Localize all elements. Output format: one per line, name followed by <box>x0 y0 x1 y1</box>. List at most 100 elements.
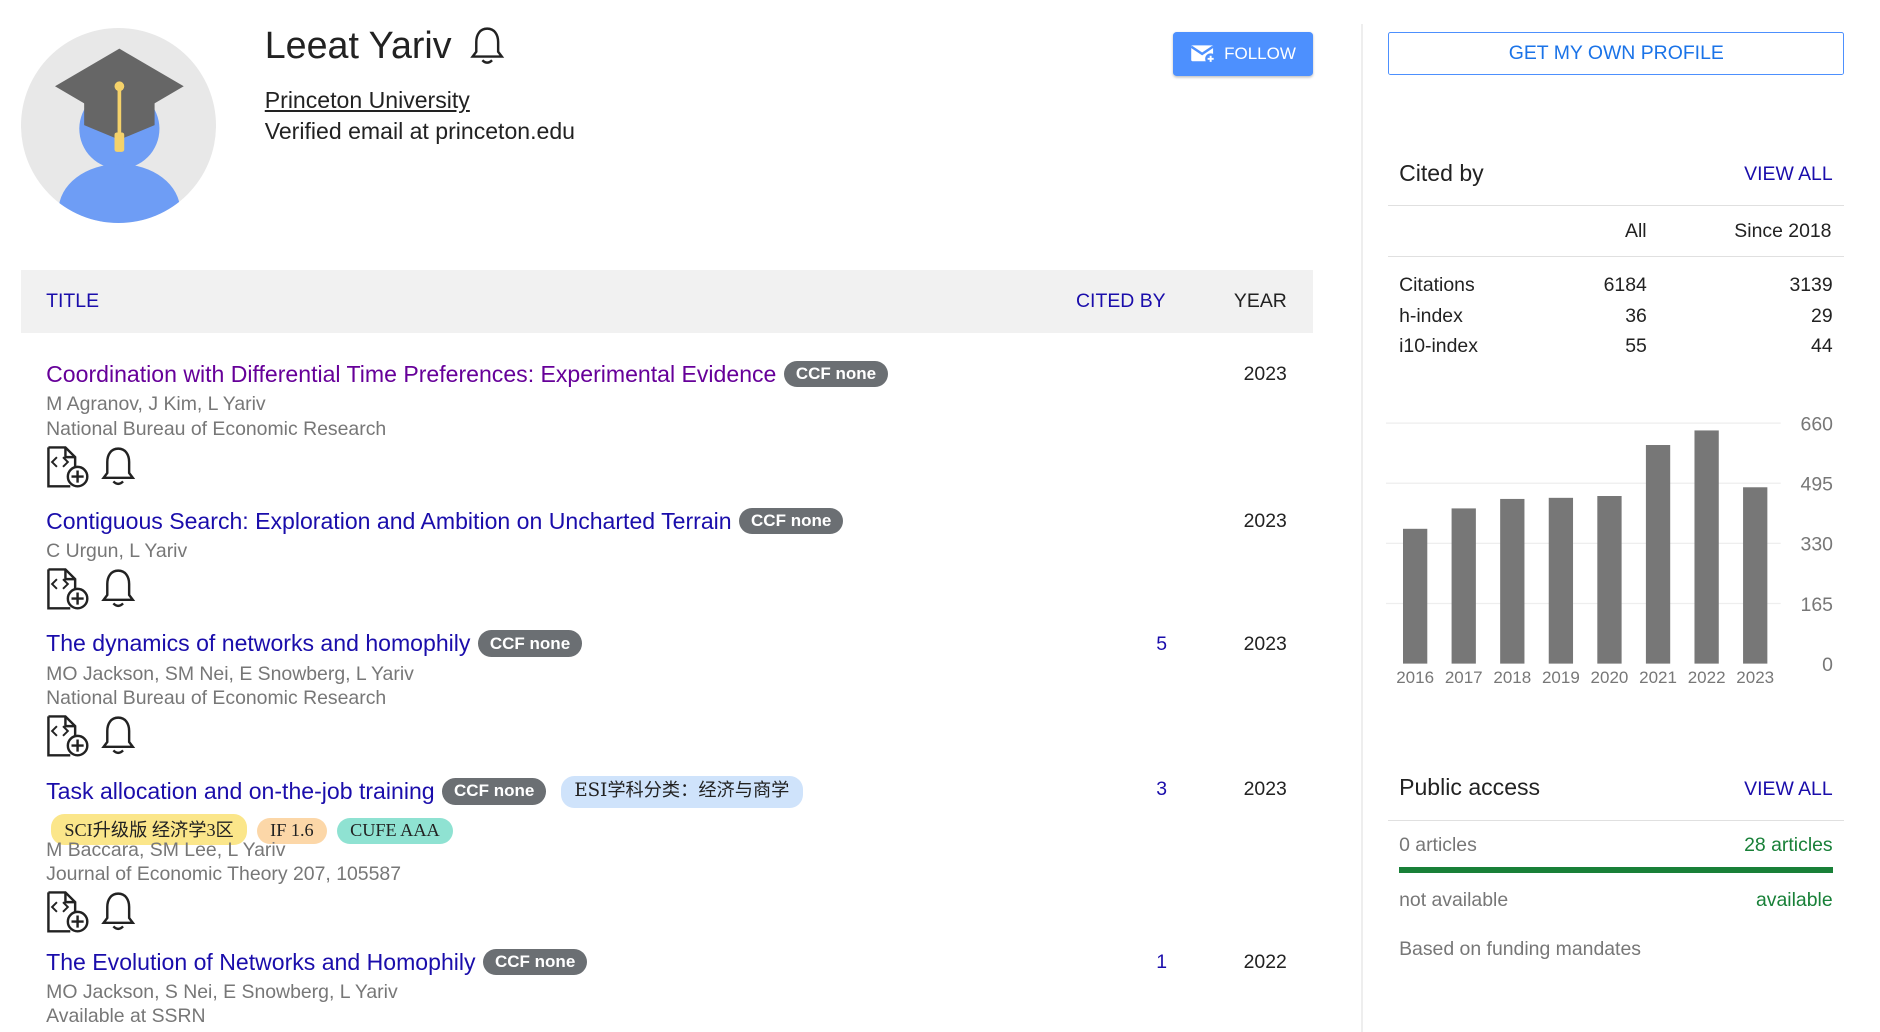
profile-email: Verified email at princeton.edu <box>264 117 576 144</box>
public-access-title: Public access <box>1399 773 1541 800</box>
stat-all: 55 <box>1625 335 1647 358</box>
add-to-library-icon[interactable] <box>46 890 90 934</box>
article-year: 2023 <box>1243 510 1287 533</box>
stat-all: 6184 <box>1603 274 1647 297</box>
profile-name: Leeat Yariv <box>264 24 452 67</box>
article-authors: M Baccara, SM Lee, L Yariv <box>46 838 286 861</box>
not-available-label: not available <box>1399 889 1509 911</box>
article-year: 2022 <box>1243 950 1287 973</box>
articles-table-header: TITLE CITED BY YEAR <box>20 269 1313 333</box>
cited-by-view-all-link[interactable]: VIEW ALL <box>1744 163 1833 186</box>
article-cited-by[interactable]: 5 <box>1156 633 1167 656</box>
bar-2019[interactable] <box>1548 497 1573 664</box>
bell-icon[interactable] <box>100 567 136 611</box>
table-row: Coordination with Differential Time Pref… <box>46 360 1297 490</box>
bar-2016[interactable] <box>1402 528 1428 664</box>
bell-icon[interactable] <box>100 445 136 489</box>
stat-since: 44 <box>1811 335 1833 358</box>
ccf-badge: CCF none <box>482 948 588 976</box>
x-tick-label: 2017 <box>1445 668 1483 687</box>
x-tick-label: 2023 <box>1736 668 1774 687</box>
table-row: Contiguous Search: Exploration and Ambit… <box>46 507 1297 612</box>
add-to-library-icon[interactable] <box>46 567 90 611</box>
stat-label[interactable]: i10-index <box>1399 335 1478 358</box>
article-title-link[interactable]: Coordination with Differential Time Pref… <box>46 361 776 387</box>
article-title-link[interactable]: Task allocation and on-the-job training <box>46 778 434 804</box>
article-authors: MO Jackson, SM Nei, E Snowberg, L Yariv <box>46 662 414 685</box>
funding-mandates-note: Based on funding mandates <box>1399 937 1641 960</box>
public-access-progress-bar <box>1399 867 1833 874</box>
add-to-library-icon[interactable] <box>46 445 90 489</box>
sort-by-cited[interactable]: CITED BY <box>1076 290 1166 313</box>
y-tick-label: 660 <box>1800 413 1833 435</box>
divider <box>1388 205 1844 207</box>
divider <box>1388 819 1844 821</box>
bell-icon[interactable] <box>100 890 136 934</box>
cufe-tag: CUFE AAA <box>336 817 453 844</box>
x-tick-label: 2020 <box>1590 668 1628 687</box>
cited-by-title: Cited by <box>1399 160 1484 187</box>
citations-per-year-chart: 0 165 330 495 660 2016 2017 2018 2019 2020 2021 202… <box>1385 413 1833 687</box>
y-tick-label: 330 <box>1800 533 1833 555</box>
x-tick-label: 2021 <box>1639 668 1677 687</box>
article-venue: National Bureau of Economic Research <box>46 417 387 440</box>
divider <box>1388 256 1844 258</box>
stats-col-since: Since 2018 <box>1734 219 1832 242</box>
article-title-link[interactable]: The dynamics of networks and homophily <box>46 630 470 656</box>
esi-badge: ESI学科分类：经济与商学 <box>561 776 803 808</box>
ccf-badge: CCF none <box>783 360 889 388</box>
stat-label[interactable]: h-index <box>1399 305 1463 328</box>
table-row: Task allocation and on-the-job training C… <box>46 776 1297 935</box>
not-available-count[interactable]: 0 articles <box>1399 834 1477 857</box>
stat-since: 29 <box>1811 304 1833 327</box>
bar-2020[interactable] <box>1597 495 1622 664</box>
y-tick-label: 0 <box>1822 653 1833 675</box>
ccf-badge: CCF none <box>738 507 844 535</box>
article-cited-by[interactable]: 3 <box>1156 778 1167 801</box>
article-year: 2023 <box>1243 778 1287 801</box>
get-my-own-profile-button[interactable]: GET MY OWN PROFILE <box>1388 31 1845 75</box>
sort-by-title[interactable]: TITLE <box>46 290 99 313</box>
sort-by-year[interactable]: YEAR <box>1234 290 1287 313</box>
bar-2018[interactable] <box>1499 498 1525 664</box>
table-row: The dynamics of networks and homophily CC… <box>46 630 1297 759</box>
available-count[interactable]: 28 articles <box>1744 834 1833 857</box>
x-tick-label: 2016 <box>1396 668 1434 687</box>
y-tick-label: 495 <box>1800 473 1832 495</box>
bar-2017[interactable] <box>1451 507 1476 664</box>
stat-label[interactable]: Citations <box>1399 274 1475 297</box>
public-access-view-all-link[interactable]: VIEW ALL <box>1744 778 1833 801</box>
y-tick-label: 165 <box>1800 593 1832 615</box>
article-year: 2023 <box>1243 632 1287 655</box>
x-tick-label: 2022 <box>1687 668 1725 687</box>
sidebar-divider <box>1361 24 1363 1032</box>
article-authors: M Agranov, J Kim, L Yariv <box>46 393 266 416</box>
article-venue: National Bureau of Economic Research <box>46 687 387 710</box>
ccf-badge: CCF none <box>441 777 547 805</box>
add-to-library-icon[interactable] <box>46 714 90 758</box>
available-label: available <box>1755 889 1833 911</box>
article-authors: C Urgun, L Yariv <box>46 540 188 563</box>
stats-col-all: All <box>1625 219 1647 242</box>
follow-label: FOLLOW <box>1224 44 1296 64</box>
bell-icon[interactable] <box>469 25 505 66</box>
article-title-link[interactable]: Contiguous Search: Exploration and Ambit… <box>46 508 731 534</box>
article-title-link[interactable]: The Evolution of Networks and Homophily <box>46 949 475 975</box>
stat-since: 3139 <box>1789 274 1833 297</box>
article-year: 2023 <box>1243 363 1287 386</box>
bar-2023[interactable] <box>1742 486 1768 664</box>
x-tick-label: 2019 <box>1542 668 1580 687</box>
article-cited-by[interactable]: 1 <box>1156 951 1167 974</box>
article-authors: MO Jackson, S Nei, E Snowberg, L Yariv <box>46 981 398 1004</box>
mail-plus-icon <box>1190 45 1217 65</box>
bar-2022[interactable] <box>1694 429 1719 664</box>
follow-button[interactable]: FOLLOW <box>1173 31 1313 77</box>
stat-all: 36 <box>1625 304 1647 327</box>
article-venue: Journal of Economic Theory 207, 105587 <box>46 863 401 886</box>
x-tick-label: 2018 <box>1493 668 1531 687</box>
ccf-badge: CCF none <box>477 630 583 658</box>
profile-affiliation-link[interactable]: Princeton University <box>265 87 470 114</box>
bell-icon[interactable] <box>100 714 136 758</box>
bar-2021[interactable] <box>1645 444 1670 664</box>
profile-avatar <box>20 27 217 224</box>
